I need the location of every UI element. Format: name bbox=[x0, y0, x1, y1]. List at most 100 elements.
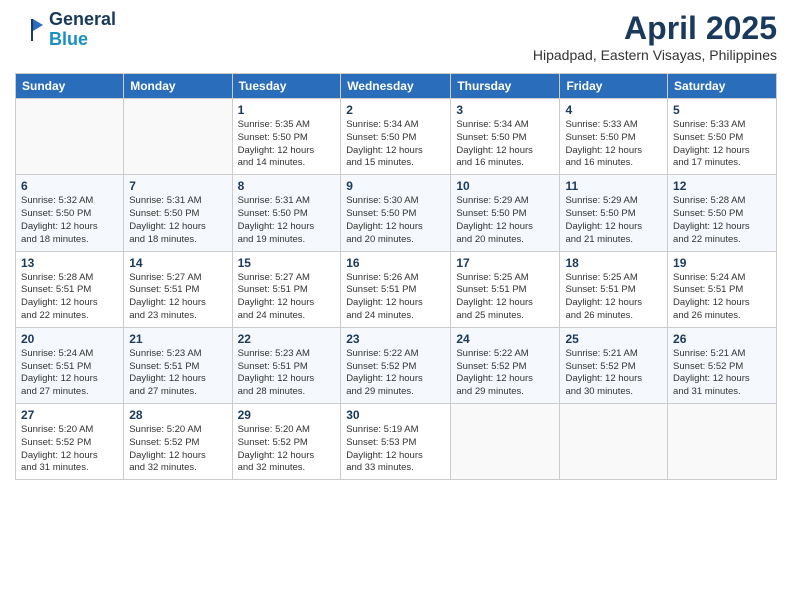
day-number: 16 bbox=[346, 256, 445, 270]
weekday-header-row: Sunday Monday Tuesday Wednesday Thursday… bbox=[16, 74, 777, 99]
table-row: 24 Sunrise: 5:22 AM Sunset: 5:52 PM Dayli… bbox=[451, 327, 560, 403]
day-number: 7 bbox=[129, 179, 226, 193]
table-row: 9Sunrise: 5:30 AM Sunset: 5:50 PM Daylig… bbox=[341, 175, 451, 251]
day-info: Sunrise: 5:20 AM Sunset: 5:52 PM Dayligh… bbox=[129, 424, 226, 475]
table-row: 23 Sunrise: 5:22 AM Sunset: 5:52 PM Dayli… bbox=[341, 327, 451, 403]
table-row bbox=[560, 404, 668, 480]
table-row: 7 Sunrise: 5:31 AM Sunset: 5:50 PM Daylig… bbox=[124, 175, 232, 251]
calendar-table: Sunday Monday Tuesday Wednesday Thursday… bbox=[15, 73, 777, 480]
table-row: 6Sunrise: 5:32 AM Sunset: 5:50 PM Daylig… bbox=[16, 175, 124, 251]
table-row: 21 Sunrise: 5:23 AM Sunset: 5:51 PM Dayli… bbox=[124, 327, 232, 403]
table-row: 4 Sunrise: 5:33 AM Sunset: 5:50 PM Daylig… bbox=[560, 99, 668, 175]
day-info: Sunrise: 5:35 AM Sunset: 5:50 PM Dayligh… bbox=[238, 119, 336, 170]
day-number: 24 bbox=[456, 332, 554, 346]
table-row bbox=[16, 99, 124, 175]
table-row bbox=[668, 404, 777, 480]
header-friday: Friday bbox=[560, 74, 668, 99]
calendar-subtitle: Hipadpad, Eastern Visayas, Philippines bbox=[533, 47, 777, 63]
logo: General Blue bbox=[15, 10, 116, 50]
header-sunday: Sunday bbox=[16, 74, 124, 99]
table-row: 13 Sunrise: 5:28 AM Sunset: 5:51 PM Dayli… bbox=[16, 251, 124, 327]
logo-icon bbox=[15, 15, 45, 45]
table-row: 29 Sunrise: 5:20 AM Sunset: 5:52 PM Dayli… bbox=[232, 404, 341, 480]
day-number: 23 bbox=[346, 332, 445, 346]
day-number: 20 bbox=[21, 332, 118, 346]
day-info: Sunrise: 5:34 AM Sunset: 5:50 PM Dayligh… bbox=[346, 119, 445, 170]
page: General Blue April 2025 Hipadpad, Easter… bbox=[0, 0, 792, 612]
week-row-4: 20 Sunrise: 5:24 AM Sunset: 5:51 PM Dayli… bbox=[16, 327, 777, 403]
title-block: April 2025 Hipadpad, Eastern Visayas, Ph… bbox=[533, 10, 777, 63]
day-info: Sunrise: 5:20 AM Sunset: 5:52 PM Dayligh… bbox=[21, 424, 118, 475]
table-row: 16 Sunrise: 5:26 AM Sunset: 5:51 PM Dayli… bbox=[341, 251, 451, 327]
day-number: 25 bbox=[565, 332, 662, 346]
header-tuesday: Tuesday bbox=[232, 74, 341, 99]
day-info: Sunrise: 5:26 AM Sunset: 5:51 PM Dayligh… bbox=[346, 272, 445, 323]
table-row: 30 Sunrise: 5:19 AM Sunset: 5:53 PM Dayli… bbox=[341, 404, 451, 480]
day-number: 29 bbox=[238, 408, 336, 422]
logo-text: General Blue bbox=[49, 10, 116, 50]
table-row: 22 Sunrise: 5:23 AM Sunset: 5:51 PM Dayli… bbox=[232, 327, 341, 403]
day-number: 22 bbox=[238, 332, 336, 346]
day-info: Sunrise: 5:22 AM Sunset: 5:52 PM Dayligh… bbox=[456, 348, 554, 399]
day-info: Sunrise: 5:29 AM Sunset: 5:50 PM Dayligh… bbox=[565, 195, 662, 246]
day-number: 26 bbox=[673, 332, 771, 346]
table-row: 20 Sunrise: 5:24 AM Sunset: 5:51 PM Dayli… bbox=[16, 327, 124, 403]
week-row-5: 27 Sunrise: 5:20 AM Sunset: 5:52 PM Dayli… bbox=[16, 404, 777, 480]
day-info: Sunrise: 5:23 AM Sunset: 5:51 PM Dayligh… bbox=[129, 348, 226, 399]
day-info: Sunrise: 5:27 AM Sunset: 5:51 PM Dayligh… bbox=[129, 272, 226, 323]
day-number: 21 bbox=[129, 332, 226, 346]
day-number: 10 bbox=[456, 179, 554, 193]
header-thursday: Thursday bbox=[451, 74, 560, 99]
day-number: 15 bbox=[238, 256, 336, 270]
table-row: 18 Sunrise: 5:25 AM Sunset: 5:51 PM Dayli… bbox=[560, 251, 668, 327]
table-row: 27 Sunrise: 5:20 AM Sunset: 5:52 PM Dayli… bbox=[16, 404, 124, 480]
day-info: Sunrise: 5:19 AM Sunset: 5:53 PM Dayligh… bbox=[346, 424, 445, 475]
day-info: Sunrise: 5:21 AM Sunset: 5:52 PM Dayligh… bbox=[565, 348, 662, 399]
day-info: Sunrise: 5:33 AM Sunset: 5:50 PM Dayligh… bbox=[565, 119, 662, 170]
day-number: 18 bbox=[565, 256, 662, 270]
day-info: Sunrise: 5:20 AM Sunset: 5:52 PM Dayligh… bbox=[238, 424, 336, 475]
day-info: Sunrise: 5:24 AM Sunset: 5:51 PM Dayligh… bbox=[21, 348, 118, 399]
day-info: Sunrise: 5:28 AM Sunset: 5:51 PM Dayligh… bbox=[21, 272, 118, 323]
table-row: 15Sunrise: 5:27 AM Sunset: 5:51 PM Dayli… bbox=[232, 251, 341, 327]
day-number: 9 bbox=[346, 179, 445, 193]
day-info: Sunrise: 5:32 AM Sunset: 5:50 PM Dayligh… bbox=[21, 195, 118, 246]
day-number: 12 bbox=[673, 179, 771, 193]
table-row: 12Sunrise: 5:28 AM Sunset: 5:50 PM Dayli… bbox=[668, 175, 777, 251]
day-info: Sunrise: 5:22 AM Sunset: 5:52 PM Dayligh… bbox=[346, 348, 445, 399]
day-number: 2 bbox=[346, 103, 445, 117]
calendar-title: April 2025 bbox=[533, 10, 777, 47]
day-info: Sunrise: 5:31 AM Sunset: 5:50 PM Dayligh… bbox=[129, 195, 226, 246]
table-row: 25 Sunrise: 5:21 AM Sunset: 5:52 PM Dayli… bbox=[560, 327, 668, 403]
day-info: Sunrise: 5:34 AM Sunset: 5:50 PM Dayligh… bbox=[456, 119, 554, 170]
header-saturday: Saturday bbox=[668, 74, 777, 99]
table-row bbox=[451, 404, 560, 480]
day-number: 17 bbox=[456, 256, 554, 270]
table-row: 10Sunrise: 5:29 AM Sunset: 5:50 PM Dayli… bbox=[451, 175, 560, 251]
table-row: 2 Sunrise: 5:34 AM Sunset: 5:50 PM Daylig… bbox=[341, 99, 451, 175]
day-number: 4 bbox=[565, 103, 662, 117]
day-number: 28 bbox=[129, 408, 226, 422]
table-row: 17Sunrise: 5:25 AM Sunset: 5:51 PM Dayli… bbox=[451, 251, 560, 327]
table-row: 3Sunrise: 5:34 AM Sunset: 5:50 PM Daylig… bbox=[451, 99, 560, 175]
day-number: 13 bbox=[21, 256, 118, 270]
table-row: 14Sunrise: 5:27 AM Sunset: 5:51 PM Dayli… bbox=[124, 251, 232, 327]
table-row: 26Sunrise: 5:21 AM Sunset: 5:52 PM Dayli… bbox=[668, 327, 777, 403]
day-number: 27 bbox=[21, 408, 118, 422]
table-row: 19Sunrise: 5:24 AM Sunset: 5:51 PM Dayli… bbox=[668, 251, 777, 327]
header: General Blue April 2025 Hipadpad, Easter… bbox=[15, 10, 777, 63]
header-monday: Monday bbox=[124, 74, 232, 99]
day-number: 5 bbox=[673, 103, 771, 117]
table-row: 5Sunrise: 5:33 AM Sunset: 5:50 PM Daylig… bbox=[668, 99, 777, 175]
day-number: 30 bbox=[346, 408, 445, 422]
table-row bbox=[124, 99, 232, 175]
day-info: Sunrise: 5:31 AM Sunset: 5:50 PM Dayligh… bbox=[238, 195, 336, 246]
week-row-1: 1Sunrise: 5:35 AM Sunset: 5:50 PM Daylig… bbox=[16, 99, 777, 175]
day-info: Sunrise: 5:25 AM Sunset: 5:51 PM Dayligh… bbox=[565, 272, 662, 323]
day-number: 11 bbox=[565, 179, 662, 193]
table-row: 8Sunrise: 5:31 AM Sunset: 5:50 PM Daylig… bbox=[232, 175, 341, 251]
week-row-2: 6Sunrise: 5:32 AM Sunset: 5:50 PM Daylig… bbox=[16, 175, 777, 251]
table-row: 1Sunrise: 5:35 AM Sunset: 5:50 PM Daylig… bbox=[232, 99, 341, 175]
day-info: Sunrise: 5:23 AM Sunset: 5:51 PM Dayligh… bbox=[238, 348, 336, 399]
table-row: 11 Sunrise: 5:29 AM Sunset: 5:50 PM Dayli… bbox=[560, 175, 668, 251]
